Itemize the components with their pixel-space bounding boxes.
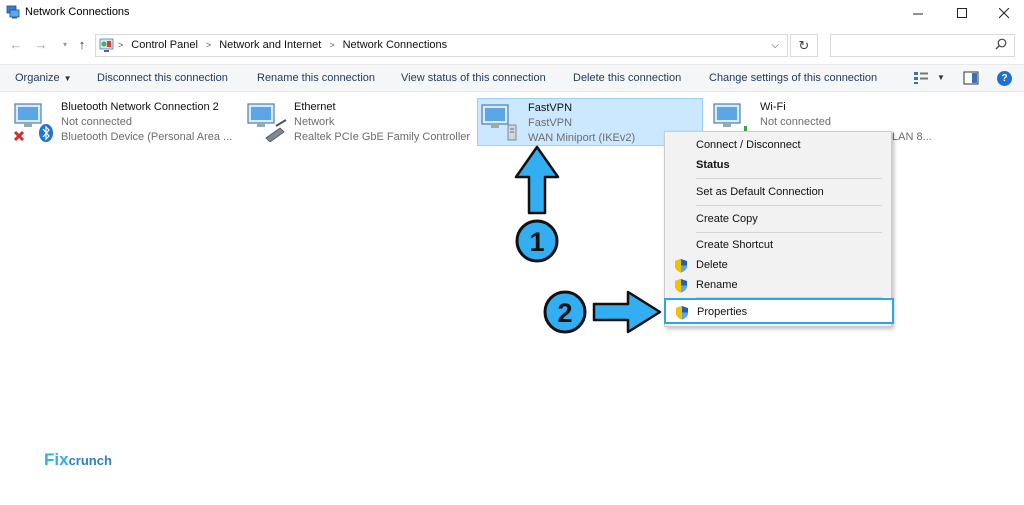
step-1-annotation: 1 [514, 145, 560, 263]
organize-chevron-down-icon: ▼ [63, 74, 72, 83]
breadcrumb-separator-icon: > [329, 40, 335, 50]
connection-device: LAN 8... [892, 131, 932, 143]
network-adapter-icon [481, 104, 517, 141]
menu-item-create-copy[interactable]: Create Copy [665, 209, 891, 229]
menu-item-properties[interactable]: Properties [664, 298, 894, 324]
fixcrunch-logo: Fixcrunch [44, 450, 112, 470]
connection-status: Not connected [61, 116, 132, 128]
menu-item-label: Properties [697, 306, 748, 318]
connection-name: FastVPN [528, 102, 573, 114]
menu-separator [696, 232, 882, 233]
connection-device: Bluetooth Device (Personal Area ... [61, 131, 233, 143]
uac-shield-icon [675, 279, 687, 293]
breadcrumb: > Control Panel > Network and Internet >… [118, 39, 447, 51]
connection-name: Wi-Fi [760, 101, 786, 113]
close-button[interactable] [984, 0, 1024, 26]
recent-locations-chevron-icon[interactable]: ▾ [57, 37, 73, 53]
window-title: Network Connections [25, 6, 130, 18]
change-settings-button[interactable]: Change settings of this connection [709, 72, 877, 84]
connection-name: Bluetooth Network Connection 2 [61, 101, 219, 113]
organize-label: Organize [15, 72, 60, 84]
connection-name: Ethernet [294, 101, 336, 113]
menu-item-label: Delete [696, 259, 728, 271]
menu-item-status[interactable]: Status [665, 155, 891, 175]
breadcrumb-separator-icon: > [118, 40, 124, 50]
connection-ethernet[interactable]: Ethernet Network Realtek PCIe GbE Family… [246, 98, 471, 146]
step-2-annotation: 2 [543, 290, 662, 334]
menu-item-label: Create Copy [696, 213, 758, 225]
network-connections-icon [6, 5, 20, 19]
address-row: ← → ▾ ↑ > Control Panel > Network and In… [0, 30, 1024, 60]
minimize-icon [912, 13, 923, 14]
menu-item-label: Set as Default Connection [696, 186, 824, 198]
menu-item-delete[interactable]: Delete [665, 255, 891, 275]
connection-device: Realtek PCIe GbE Family Controller [294, 131, 471, 143]
logo-text-part-2: crunch [68, 453, 112, 468]
maximize-icon [956, 7, 967, 18]
search-input[interactable] [830, 34, 1015, 57]
menu-item-connect-disconnect[interactable]: Connect / Disconnect [665, 135, 891, 155]
view-options-chevron-down-icon[interactable]: ▼ [937, 73, 945, 82]
rename-connection-button[interactable]: Rename this connection [257, 72, 375, 84]
menu-item-label: Status [696, 159, 730, 171]
help-icon[interactable]: ? [997, 71, 1012, 86]
uac-shield-icon [676, 306, 688, 320]
disconnect-connection-button[interactable]: Disconnect this connection [97, 72, 228, 84]
breadcrumb-network-and-internet[interactable]: Network and Internet [219, 39, 321, 51]
uac-shield-icon [675, 259, 687, 273]
organize-menu[interactable]: Organize ▼ [15, 72, 72, 84]
control-panel-icon [99, 38, 114, 52]
refresh-icon: ↻ [798, 38, 810, 53]
preview-pane-icon[interactable] [963, 71, 979, 85]
menu-item-create-shortcut[interactable]: Create Shortcut [665, 235, 891, 255]
menu-item-set-default[interactable]: Set as Default Connection [665, 182, 891, 202]
maximize-button[interactable] [942, 0, 982, 26]
title-bar: Network Connections [0, 0, 1024, 26]
breadcrumb-separator-icon: > [205, 40, 212, 50]
forward-arrow-icon[interactable]: → [33, 37, 49, 53]
right-arrow-icon [592, 290, 662, 334]
breadcrumb-network-connections[interactable]: Network Connections [343, 39, 448, 51]
delete-connection-button[interactable]: Delete this connection [573, 72, 681, 84]
menu-separator [696, 178, 882, 179]
menu-separator [696, 205, 882, 206]
menu-item-label: Rename [696, 279, 738, 291]
search-icon [995, 38, 1007, 50]
connection-status: FastVPN [528, 117, 573, 129]
address-bar[interactable]: > Control Panel > Network and Internet >… [95, 34, 788, 57]
up-arrow-icon[interactable]: ↑ [74, 37, 90, 53]
address-dropdown-chevron-icon[interactable]: ⌵ [771, 40, 779, 51]
menu-item-label: Create Shortcut [696, 239, 774, 251]
connection-status: Not connected [760, 116, 831, 128]
menu-item-rename[interactable]: Rename [665, 275, 891, 295]
up-arrow-icon [514, 145, 560, 215]
back-arrow-icon[interactable]: ← [8, 37, 24, 53]
close-icon [998, 7, 1009, 18]
refresh-button[interactable]: ↻ [790, 34, 818, 57]
command-bar: Organize ▼ Disconnect this connection Ren… [0, 64, 1024, 92]
connection-bluetooth[interactable]: Bluetooth Network Connection 2 Not conne… [13, 98, 238, 146]
menu-item-label: Connect / Disconnect [696, 139, 801, 151]
network-adapter-icon [247, 103, 287, 142]
step-2-number: 2 [557, 298, 572, 328]
step-1-number: 1 [529, 227, 544, 257]
breadcrumb-control-panel[interactable]: Control Panel [131, 39, 198, 51]
change-view-icon[interactable] [913, 71, 929, 85]
network-adapter-icon [13, 103, 53, 142]
connection-status: Network [294, 116, 335, 128]
minimize-button[interactable] [898, 0, 938, 26]
view-status-button[interactable]: View status of this connection [401, 72, 546, 84]
logo-text-part-1: Fix [44, 450, 69, 469]
context-menu: Connect / Disconnect Status Set as Defau… [664, 131, 894, 327]
